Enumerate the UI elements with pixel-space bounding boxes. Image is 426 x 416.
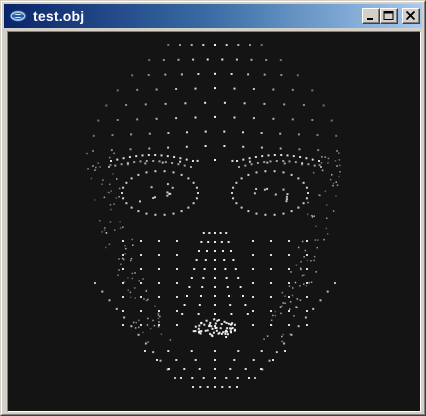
window-title: test.obj (33, 8, 85, 24)
maximize-button[interactable] (380, 8, 398, 24)
3d-viewport[interactable] (7, 31, 421, 412)
window-frame: test.obj (1, 1, 425, 415)
title-buttons (362, 8, 420, 24)
point-cloud-render (86, 44, 341, 388)
main-window: test.obj (0, 0, 426, 416)
close-icon (405, 11, 416, 21)
maximize-icon (383, 11, 394, 20)
title-bar[interactable]: test.obj (4, 4, 422, 28)
minimize-button[interactable] (362, 8, 380, 24)
app-icon[interactable] (9, 9, 27, 23)
close-button[interactable] (402, 8, 420, 24)
minimize-icon (367, 18, 373, 20)
